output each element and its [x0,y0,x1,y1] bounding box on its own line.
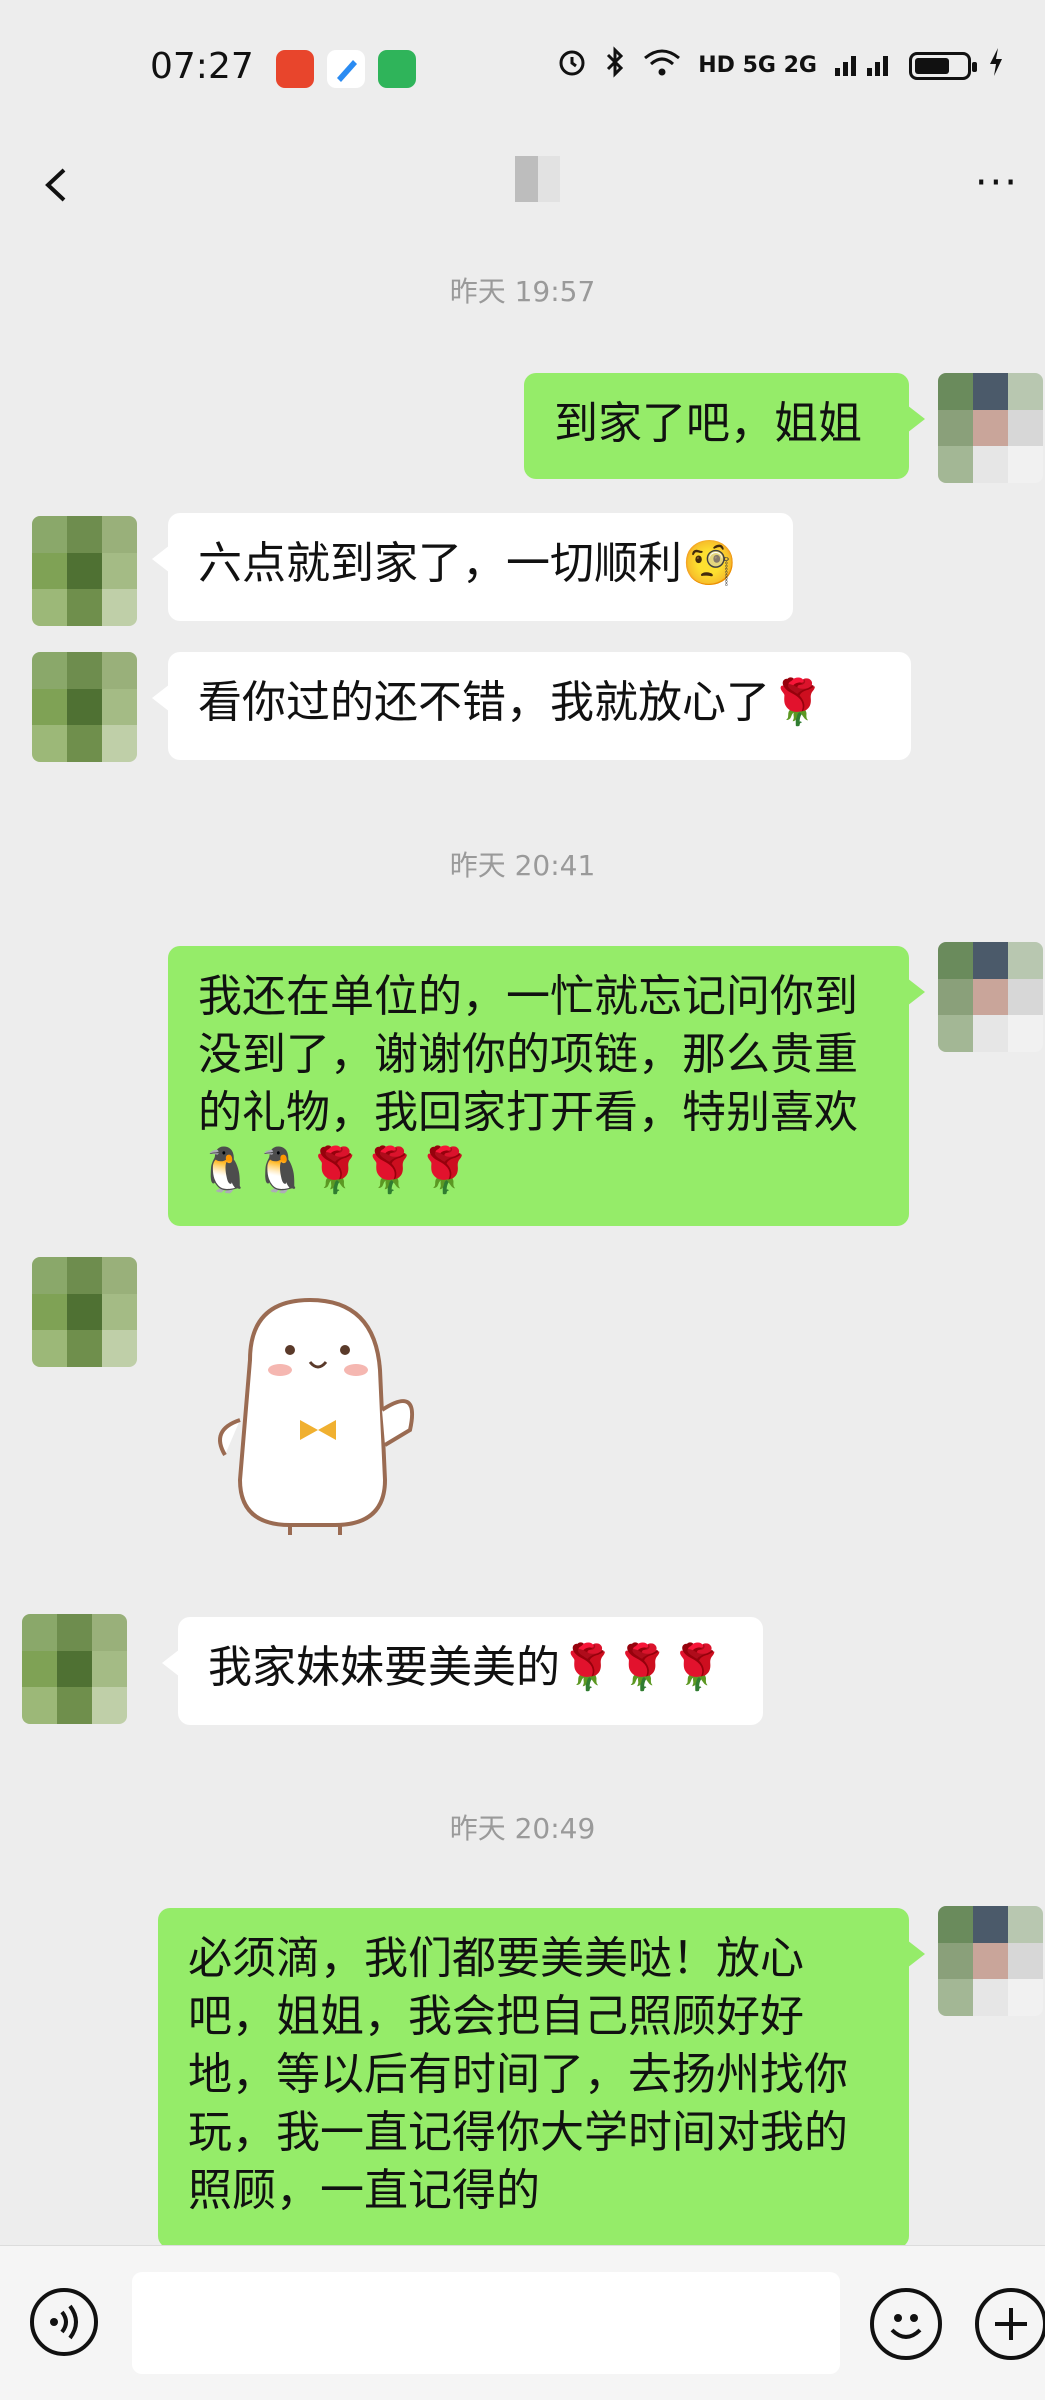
bluetooth-icon [604,46,626,85]
contact-avatar[interactable] [22,1614,127,1724]
seal-sticker[interactable] [210,1290,430,1540]
wifi-icon [642,46,682,85]
message-bubble-incoming[interactable]: 六点就到家了，一切顺利🧐 [152,513,793,621]
timestamp: 昨天 20:49 [449,1812,596,1845]
battery-icon [909,51,977,80]
voice-icon [50,2304,78,2340]
message-text: 必须滴，我们都要美美哒！放心吧，姐姐，我会把自己照顾好好地，等以后有时间了，去扬… [188,1933,848,2216]
message-bubble-incoming[interactable]: 看你过的还不错，我就放心了🌹 [152,652,911,760]
app-notification-icon [327,50,365,88]
status-time: 07:27 [150,46,254,87]
status-bar: 07:27 HD 5G 2G [0,0,1045,140]
more-button[interactable]: ··· [975,160,1019,206]
message-text: 我还在单位的，一忙就忘记问你到没到了，谢谢你的项链，那么贵重的礼物，我回家打开看… [198,971,858,1196]
message-text: 六点就到家了，一切顺利🧐 [198,538,737,589]
timestamp: 昨天 20:41 [449,849,596,882]
message-bubble-outgoing[interactable]: 必须滴，我们都要美美哒！放心吧，姐姐，我会把自己照顾好好地，等以后有时间了，去扬… [158,1908,925,2245]
message-input[interactable] [132,2272,840,2374]
app-notification-icon [378,50,416,88]
back-button[interactable] [30,150,90,220]
signal-icon [833,46,893,85]
voice-button[interactable] [30,2288,98,2356]
timestamp: 昨天 19:57 [449,275,596,308]
my-avatar[interactable] [938,373,1043,483]
message-text: 看你过的还不错，我就放心了🌹 [198,677,825,728]
alarm-icon [556,46,588,85]
contact-avatar[interactable] [32,516,137,626]
chevron-left-icon [45,168,66,202]
message-list[interactable]: 昨天 19:57 到家了吧，姐姐 六点就到家了，一切顺利🧐 看你过的还不错，我就… [0,240,1045,2245]
message-composer [0,2245,1045,2400]
message-bubble-outgoing[interactable]: 我还在单位的，一忙就忘记问你到没到了，谢谢你的项链，那么贵重的礼物，我回家打开看… [168,946,925,1226]
chat-header: ··· [0,140,1045,240]
message-text: 到家了吧，姐姐 [554,398,862,449]
more-actions-button[interactable] [975,2288,1045,2360]
emoji-button[interactable] [870,2288,942,2360]
contact-name-redacted [515,156,584,202]
status-icons: HD 5G 2G [556,46,1005,85]
network-label: HD 5G 2G [698,53,817,78]
plus-icon [995,2308,1027,2340]
message-text: 我家妹妹要美美的🌹🌹🌹 [208,1642,725,1693]
message-bubble-incoming[interactable]: 我家妹妹要美美的🌹🌹🌹 [162,1617,763,1725]
my-avatar[interactable] [938,1906,1043,2016]
charging-icon [987,46,1005,85]
app-notification-icon [276,50,314,88]
emoji-icon [890,2314,922,2339]
my-avatar[interactable] [938,942,1043,1052]
message-bubble-outgoing[interactable]: 到家了吧，姐姐 [524,373,925,479]
contact-avatar[interactable] [32,1257,137,1367]
contact-avatar[interactable] [32,652,137,762]
